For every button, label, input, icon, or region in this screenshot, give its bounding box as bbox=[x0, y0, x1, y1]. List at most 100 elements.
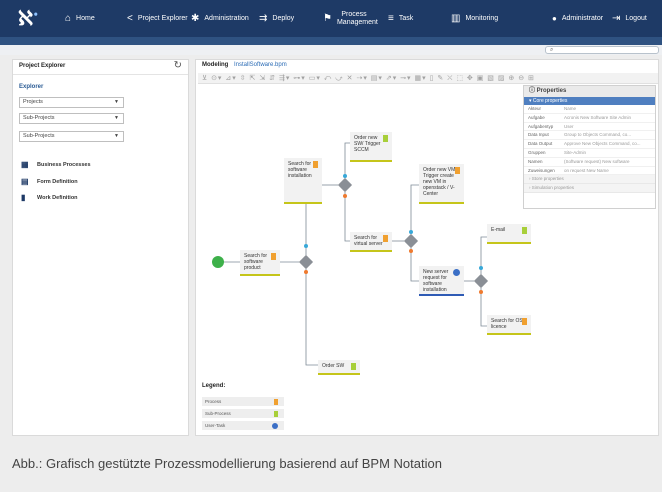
bar-chart-icon: ▥ bbox=[451, 13, 461, 24]
property-value: on request New Name bbox=[564, 167, 609, 173]
legend-label: Process bbox=[205, 399, 222, 404]
task-label: New server request for software installa… bbox=[423, 269, 449, 293]
chevron-down-icon: ▼ bbox=[114, 99, 119, 105]
building-icon: ▦ bbox=[21, 160, 29, 169]
property-key: Aufgabe bbox=[528, 114, 545, 120]
task-label: Order SW bbox=[322, 363, 345, 369]
task-label: Search for software product bbox=[244, 253, 268, 271]
divider bbox=[13, 74, 188, 75]
projects-select[interactable]: Projects ▼ bbox=[19, 97, 124, 108]
property-value: Group to Objects Command, co... bbox=[564, 132, 632, 138]
port-dot bbox=[409, 249, 413, 253]
property-value: Approve New Objects Command, co... bbox=[564, 141, 641, 147]
sub-projects-select[interactable]: Sub-Projects ▼ bbox=[19, 113, 124, 124]
gateway bbox=[473, 273, 489, 289]
form-definition-label: Form Definition bbox=[37, 179, 78, 185]
property-value: (Software request) New software bbox=[564, 158, 630, 164]
logout-button[interactable]: ⇥ Logout bbox=[612, 0, 647, 37]
nav-task[interactable]: ≡ Task bbox=[388, 0, 413, 37]
logo-glyph: ℵ bbox=[18, 6, 33, 30]
property-key: Zuweisungen bbox=[528, 167, 555, 173]
task-new-server[interactable]: New server request for software installa… bbox=[419, 266, 464, 296]
nav-administration[interactable]: ✱ Administration bbox=[191, 0, 249, 37]
port-dot bbox=[479, 290, 483, 294]
process-doc-icon bbox=[383, 235, 388, 242]
property-row[interactable]: Namen (Software request) New software bbox=[524, 158, 655, 167]
process-doc-icon bbox=[274, 399, 278, 405]
task-email[interactable]: E-mail bbox=[487, 224, 531, 244]
subprocess-doc-icon bbox=[522, 227, 527, 234]
process-doc-icon bbox=[455, 167, 460, 174]
share-icon: < bbox=[127, 13, 133, 24]
subprocess-doc-icon bbox=[274, 411, 278, 417]
process-icon: ⚑ bbox=[323, 13, 332, 24]
task-label: Search for software installation bbox=[288, 161, 312, 179]
user-task-icon bbox=[272, 423, 278, 429]
nav-project-explorer[interactable]: < Project Explorer bbox=[127, 0, 188, 37]
panel-title: Project Explorer bbox=[19, 63, 66, 69]
property-row[interactable]: Data Output Approve New Objects Command, … bbox=[524, 140, 655, 149]
task-search-os[interactable]: Search for OS licence bbox=[487, 315, 531, 335]
store-properties-section[interactable]: › Store properties bbox=[524, 175, 655, 185]
task-label: Search for OS licence bbox=[491, 318, 523, 330]
refresh-icon[interactable]: ↻ bbox=[174, 60, 182, 71]
search-input[interactable]: ⌕ bbox=[545, 46, 659, 54]
simulation-properties-section[interactable]: › Simulation properties bbox=[524, 184, 655, 193]
legend-title: Legend: bbox=[202, 383, 226, 389]
property-row[interactable]: Zuweisungen on request New Name bbox=[524, 167, 655, 176]
search-icon: ⌕ bbox=[550, 47, 554, 53]
task-search-virtual[interactable]: Search for virtual server bbox=[350, 232, 392, 252]
form-definition-item[interactable]: ▤ Form Definition bbox=[21, 178, 78, 186]
process-doc-icon bbox=[522, 318, 527, 325]
nav-monitoring[interactable]: ▥ Monitoring bbox=[451, 0, 498, 37]
business-processes-label: Business Processes bbox=[37, 162, 91, 168]
task-label: Search for virtual server bbox=[354, 235, 383, 247]
sub-projects-select-2[interactable]: Sub-Projects ▼ bbox=[19, 131, 124, 142]
chevron-down-icon: ▼ bbox=[114, 133, 119, 139]
top-navigation-bar: ℵ• ⌂ Home < Project Explorer ✱ Administr… bbox=[0, 0, 662, 37]
user-name: Administrator bbox=[561, 15, 604, 22]
legend-item-process: Process bbox=[202, 397, 284, 406]
gateway bbox=[403, 233, 419, 249]
property-value: User bbox=[564, 123, 574, 129]
select-value: Sub-Projects bbox=[23, 115, 55, 121]
property-key: Namen bbox=[528, 158, 543, 164]
property-row[interactable]: Akteur Name bbox=[524, 105, 655, 114]
form-icon: ▤ bbox=[21, 177, 29, 186]
project-explorer-panel: Project Explorer ↻ Explorer Projects ▼ Su… bbox=[12, 59, 189, 436]
task-order-trigger[interactable]: Order new SW/ Trigger SCCM bbox=[350, 132, 392, 162]
business-processes-item[interactable]: ▦ Business Processes bbox=[21, 161, 91, 169]
port-dot bbox=[409, 230, 413, 234]
properties-panel: ⓘ Properties ▾ Core properties Akteur Nam… bbox=[523, 85, 656, 209]
user-menu[interactable]: ● Administrator bbox=[552, 0, 603, 37]
process-doc-icon bbox=[271, 253, 276, 260]
explorer-label: Explorer bbox=[19, 84, 44, 90]
task-order-vm[interactable]: Order new VM / Trigger create new VM in … bbox=[419, 164, 464, 204]
property-row[interactable]: Data Input Group to Objects Command, co..… bbox=[524, 131, 655, 141]
connector bbox=[305, 269, 318, 366]
nav-project-explorer-label: Project Explorer bbox=[137, 15, 188, 22]
core-properties-section[interactable]: ▾ Core properties bbox=[524, 97, 655, 105]
port-dot bbox=[343, 194, 347, 198]
nav-task-label: Task bbox=[398, 15, 414, 22]
property-key: Data Output bbox=[528, 141, 553, 147]
legend-item-sub-process: Sub-Process bbox=[202, 409, 284, 418]
task-label: Order new VM / Trigger create new VM in … bbox=[423, 167, 459, 197]
nav-process-management[interactable]: ⚑ Process Management bbox=[323, 0, 378, 37]
task-label: Order new SW/ Trigger SCCM bbox=[354, 135, 381, 153]
nav-deploy[interactable]: ⇉ Deploy bbox=[259, 0, 294, 37]
connector bbox=[410, 248, 419, 282]
app-logo[interactable]: ℵ• bbox=[18, 6, 39, 30]
nav-home[interactable]: ⌂ Home bbox=[65, 0, 95, 37]
task-search-product[interactable]: Search for software product bbox=[240, 250, 280, 276]
property-row[interactable]: Gruppen Site-Admin bbox=[524, 149, 655, 158]
work-definition-item[interactable]: ▮ Work Definition bbox=[21, 194, 78, 202]
task-order-sw[interactable]: Order SW bbox=[318, 360, 360, 375]
property-row[interactable]: Aufgabentyp User bbox=[524, 123, 655, 132]
properties-header[interactable]: ⓘ Properties bbox=[524, 86, 655, 97]
property-value: Name bbox=[564, 106, 577, 111]
task-search-installation[interactable]: Search for software installation bbox=[284, 158, 322, 204]
property-row[interactable]: Aufgabe Acronis New Software Site Admin bbox=[524, 114, 655, 123]
user-task-icon bbox=[453, 269, 460, 276]
legend-item-user-task: User-Task bbox=[202, 421, 284, 430]
